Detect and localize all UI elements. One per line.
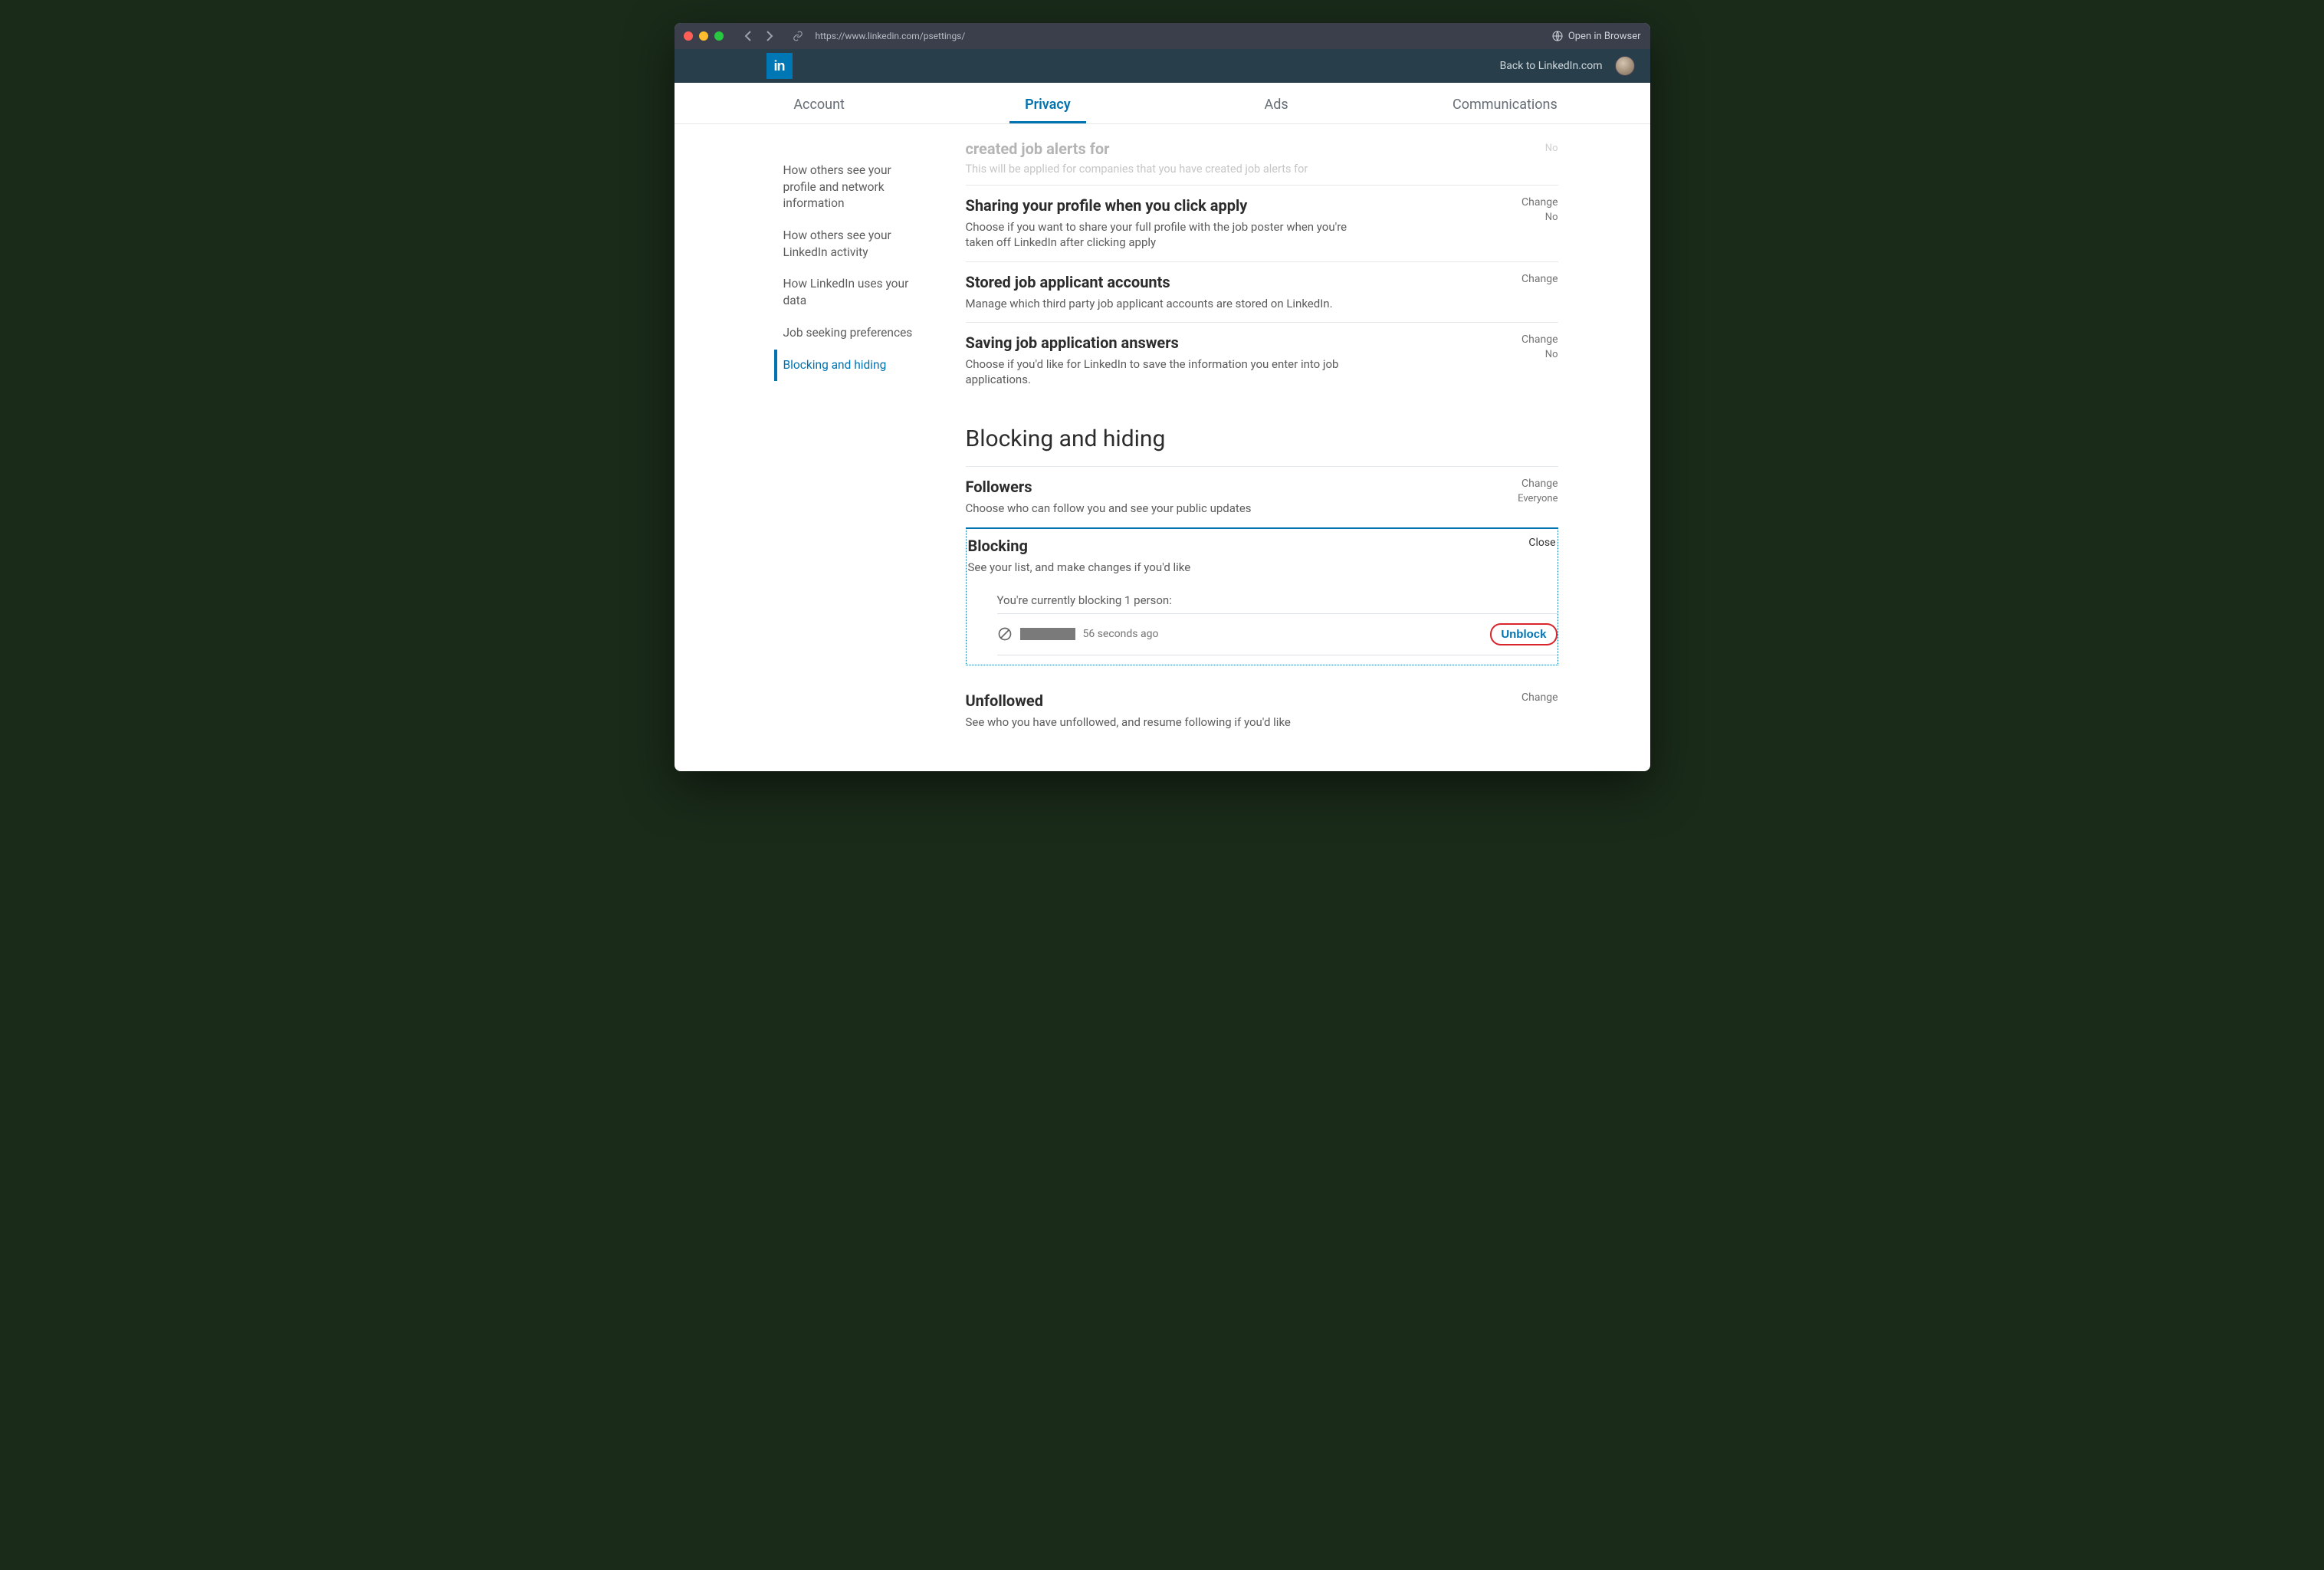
setting-title: Saving job application answers [966,333,1497,352]
linkedin-logo[interactable]: in [766,53,793,79]
tab-privacy[interactable]: Privacy [934,83,1162,123]
setting-desc: Choose if you'd like for LinkedIn to sav… [966,356,1349,388]
change-link[interactable]: Change [1497,273,1558,285]
tab-account[interactable]: Account [705,83,934,123]
blocked-count-label: You're currently blocking 1 person: [997,593,1558,614]
unblock-button[interactable]: Unblock [1490,623,1557,645]
chevron-right-icon [766,31,773,41]
sidebar-item-data-usage[interactable]: How LinkedIn uses your data [774,268,935,317]
sidebar-item-job-seeking[interactable]: Job seeking preferences [774,317,935,350]
faded-desc: This will be applied for companies that … [966,163,1497,176]
setting-stored-accounts[interactable]: Stored job applicant accounts Manage whi… [966,261,1558,322]
titlebar: https://www.linkedin.com/psettings/ Open… [675,23,1650,49]
blocked-list: You're currently blocking 1 person: 56 s… [997,593,1558,655]
setting-blocking-expanded: Blocking See your list, and make changes… [966,527,1558,665]
browser-window: https://www.linkedin.com/psettings/ Open… [675,23,1650,771]
change-link[interactable]: Change [1497,196,1558,209]
faded-prev-setting: created job alerts for This will be appl… [966,140,1558,185]
setting-value: No [1497,349,1558,360]
setting-desc: See who you have unfollowed, and resume … [966,714,1349,730]
setting-sharing-profile[interactable]: Sharing your profile when you click appl… [966,185,1558,261]
avatar[interactable] [1615,56,1635,76]
tabs-bar: Account Privacy Ads Communications [675,83,1650,124]
setting-title: Sharing your profile when you click appl… [966,196,1497,215]
sidebar-item-activity-visibility[interactable]: How others see your LinkedIn activity [774,220,935,268]
setting-desc: Manage which third party job applicant a… [966,296,1349,311]
sidebar-item-profile-visibility[interactable]: How others see your profile and network … [774,155,935,220]
setting-title: Stored job applicant accounts [966,273,1497,291]
maximize-window-button[interactable] [714,31,724,41]
chevron-left-icon [744,31,752,41]
minimize-window-button[interactable] [699,31,708,41]
window-controls [684,31,724,41]
blocked-icon [997,626,1013,642]
tab-communications[interactable]: Communications [1390,83,1619,123]
sidebar: How others see your profile and network … [675,140,950,771]
logo-text: in [774,58,785,74]
blocked-time: 56 seconds ago [1083,628,1159,640]
setting-title: Followers [966,478,1497,496]
setting-desc: See your list, and make changes if you'd… [968,560,1351,575]
section-heading-blocking: Blocking and hiding [966,425,1558,452]
blocked-person-row: 56 seconds ago Unblock [997,614,1558,655]
faded-value: No [1497,143,1558,154]
app-header: in Back to LinkedIn.com [675,49,1650,83]
forward-button[interactable] [760,27,779,45]
setting-value: No [1497,212,1558,223]
content-area: How others see your profile and network … [675,124,1650,771]
open-in-browser-label: Open in Browser [1568,31,1641,42]
faded-title: created job alerts for [966,140,1497,158]
url-bar[interactable]: https://www.linkedin.com/psettings/ [812,31,1544,41]
back-button[interactable] [739,27,757,45]
setting-saving-answers[interactable]: Saving job application answers Choose if… [966,322,1558,399]
close-window-button[interactable] [684,31,693,41]
sidebar-item-blocking[interactable]: Blocking and hiding [774,350,935,382]
change-link[interactable]: Change [1497,691,1558,704]
change-link[interactable]: Change [1497,478,1558,490]
blocked-person-name-redacted [1020,628,1075,640]
setting-desc: Choose if you want to share your full pr… [966,219,1349,251]
close-link[interactable]: Close [1495,537,1556,549]
globe-icon [1551,30,1564,42]
main-column: created job alerts for This will be appl… [950,140,1650,771]
tab-ads[interactable]: Ads [1162,83,1390,123]
setting-title: Unfollowed [966,691,1497,710]
back-to-linkedin-link[interactable]: Back to LinkedIn.com [1500,60,1603,72]
setting-value: Everyone [1497,493,1558,504]
nav-arrows [739,27,779,45]
link-icon [791,29,805,43]
setting-unfollowed[interactable]: Unfollowed See who you have unfollowed, … [966,681,1558,741]
setting-desc: Choose who can follow you and see your p… [966,501,1349,516]
change-link[interactable]: Change [1497,333,1558,346]
setting-followers[interactable]: Followers Choose who can follow you and … [966,466,1558,527]
open-in-browser-button[interactable]: Open in Browser [1551,30,1641,42]
setting-title: Blocking [968,537,1495,555]
header-right: Back to LinkedIn.com [1500,56,1635,76]
